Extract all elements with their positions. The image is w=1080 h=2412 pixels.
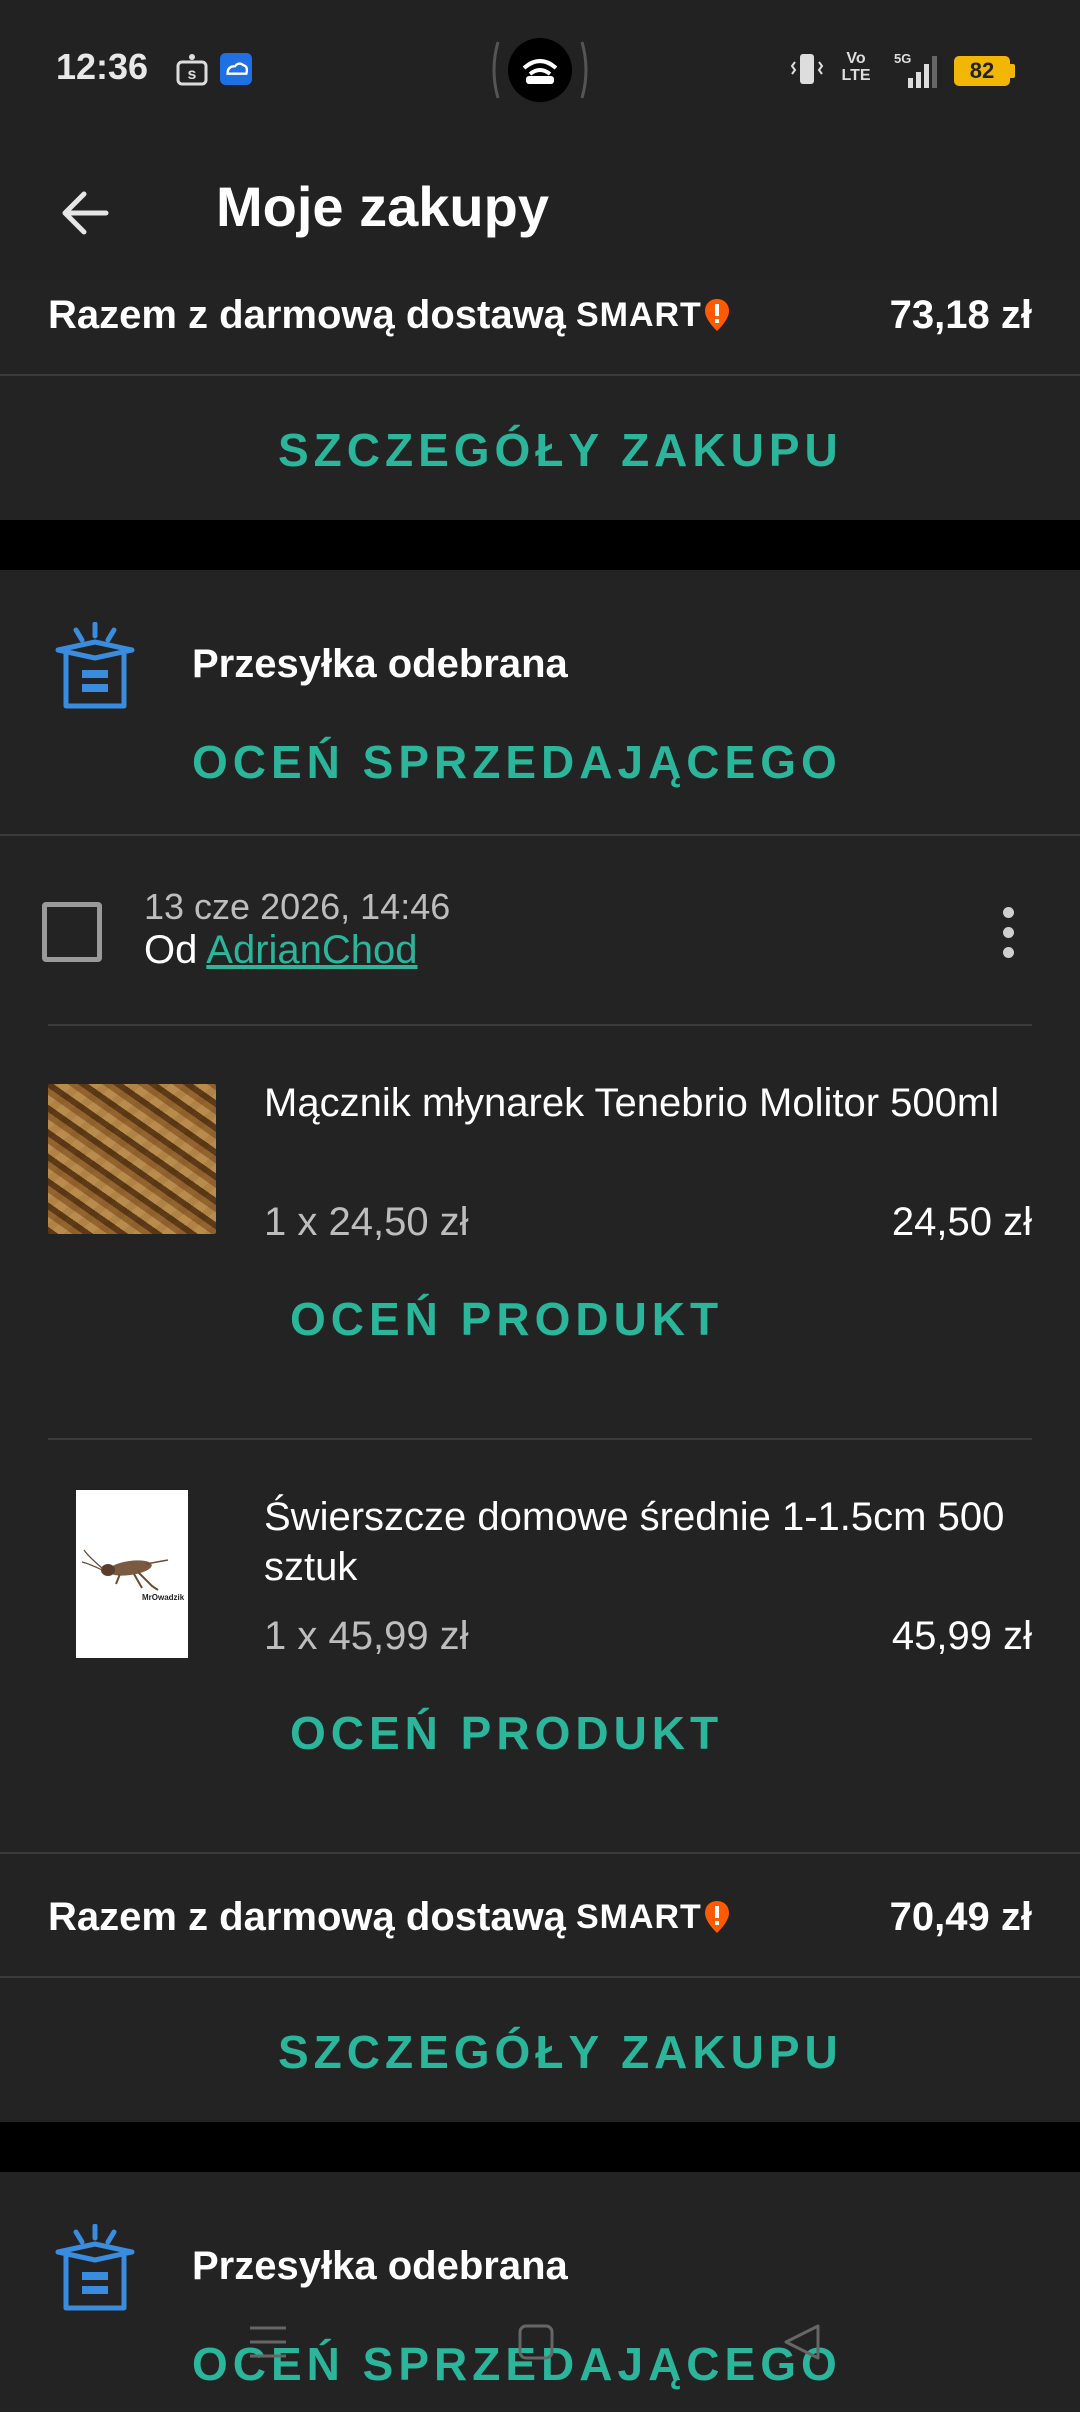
total-value: 70,49 zł xyxy=(889,1894,1032,1939)
purchase-details-button[interactable]: SZCZEGÓŁY ZAKUPU xyxy=(278,2025,843,2079)
delivery-status: Przesyłka odebrana xyxy=(192,642,568,686)
total-value: 73,18 zł xyxy=(889,292,1032,337)
total-label-text: Razem z darmową dostawą xyxy=(48,292,566,337)
package-received-icon xyxy=(55,622,135,709)
svg-text:s: s xyxy=(188,66,197,83)
smart-label: SMART xyxy=(575,295,702,334)
divider xyxy=(0,1852,1080,1854)
rate-seller-button[interactable]: OCEŃ SPRZEDAJĄCEGO xyxy=(192,735,842,789)
status-time: 12:36 xyxy=(56,46,149,87)
smart-logo: SMART xyxy=(576,296,730,335)
rate-product-button[interactable]: OCEŃ PRODUKT xyxy=(290,1292,723,1346)
product-price: 24,50 zł xyxy=(891,1200,1032,1244)
product-name[interactable]: Mącznik młynarek Tenebrio Molitor 500ml xyxy=(264,1078,1024,1128)
product-quantity: 1 x 24,50 zł xyxy=(264,1200,469,1244)
order-total-row: Razem z darmową dostawą SMART 70,49 zł xyxy=(48,1887,1032,1947)
order-card-2: Przesyłka odebrana OCEŃ SPRZEDAJĄCEGO 13… xyxy=(0,570,1080,2122)
divider xyxy=(0,1976,1080,1978)
net-label: 5G xyxy=(894,51,911,66)
more-options-icon[interactable] xyxy=(986,897,1030,967)
cloud-app-icon xyxy=(220,53,252,85)
delivery-status: Przesyłka odebrana xyxy=(192,2244,568,2288)
volte-line2: LTE xyxy=(841,67,871,84)
menu-nav-icon[interactable] xyxy=(244,2322,292,2362)
order-seller: Od AdrianChod xyxy=(144,928,418,973)
volte-line1: Vo xyxy=(846,50,866,67)
order-date: 13 cze 2026, 14:46 xyxy=(144,886,451,927)
battery-tip xyxy=(1010,64,1015,78)
seller-link[interactable]: AdrianChod xyxy=(206,928,417,972)
divider xyxy=(0,374,1080,376)
page-title: Moje zakupy xyxy=(216,175,549,238)
product-image-crickets[interactable]: MrOwadzik xyxy=(76,1490,188,1658)
image-caption: MrOwadzik xyxy=(142,1593,185,1602)
package-received-icon xyxy=(55,2224,135,2311)
smart-logo: SMART xyxy=(576,1898,730,1937)
total-label: Razem z darmową dostawą SMART xyxy=(48,1895,730,1940)
battery-icon: 82 xyxy=(954,56,1010,86)
order-checkbox[interactable] xyxy=(42,902,102,962)
smart-label: SMART xyxy=(575,1897,702,1936)
divider xyxy=(48,1024,1032,1026)
back-nav-icon[interactable] xyxy=(780,2322,824,2362)
status-bar: 12:36 s Vo LTE 5G 82 xyxy=(0,0,1080,140)
product-image-mealworms[interactable] xyxy=(48,1084,216,1234)
divider xyxy=(0,834,1080,836)
home-nav-icon[interactable] xyxy=(516,2322,556,2362)
total-label: Razem z darmową dostawą SMART xyxy=(48,293,730,338)
volte-icon: Vo LTE xyxy=(838,50,874,84)
cricket-icon: MrOwadzik xyxy=(81,1549,185,1602)
vibrate-icon xyxy=(790,54,824,84)
hotspot-icon xyxy=(492,38,588,102)
purchase-details-button[interactable]: SZCZEGÓŁY ZAKUPU xyxy=(278,423,843,477)
smart-badge-icon xyxy=(704,299,729,331)
smart-badge-icon xyxy=(704,1901,729,1933)
order-total-row: Razem z darmową dostawą SMART 73,18 zł xyxy=(48,285,1032,345)
order-card-3: Przesyłka odebrana OCEŃ SPRZEDAJĄCEGO xyxy=(0,2172,1080,2412)
product-price: 45,99 zł xyxy=(891,1614,1032,1658)
product-name[interactable]: Świerszcze domowe średnie 1-1.5cm 500 sz… xyxy=(264,1492,1024,1592)
order-card-1: Razem z darmową dostawą SMART 73,18 zł S… xyxy=(0,280,1080,520)
total-label-text: Razem z darmową dostawą xyxy=(48,1894,566,1939)
rate-product-button[interactable]: OCEŃ PRODUKT xyxy=(290,1706,723,1760)
5g-signal-icon: 5G xyxy=(894,51,937,88)
product-quantity: 1 x 45,99 zł xyxy=(264,1614,469,1658)
divider xyxy=(48,1438,1032,1440)
app-bar: Moje zakupy xyxy=(0,140,1080,280)
arrow-left-icon xyxy=(62,191,109,235)
from-prefix: Od xyxy=(144,928,198,972)
s-app-icon: s xyxy=(176,54,208,86)
back-button[interactable] xyxy=(40,168,130,258)
